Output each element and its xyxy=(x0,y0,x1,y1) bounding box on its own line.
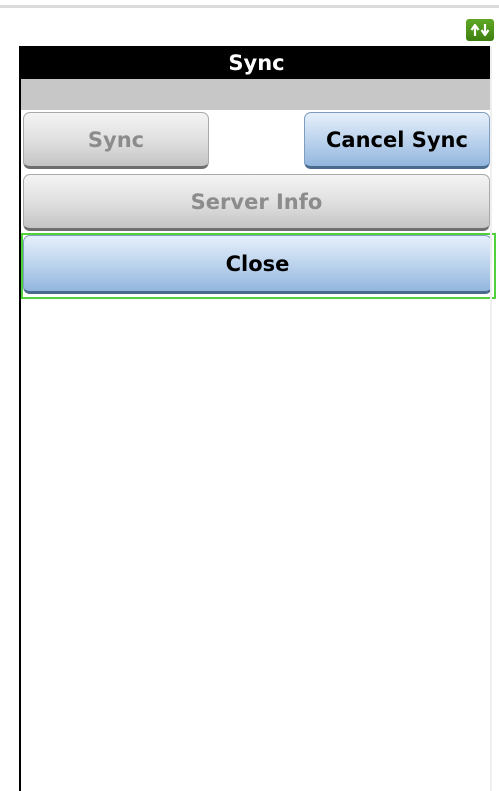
dialog-title: Sync xyxy=(21,46,492,79)
sync-button[interactable]: Sync xyxy=(23,112,209,169)
close-button[interactable]: Close xyxy=(23,235,492,294)
sync-status-bar xyxy=(21,79,492,110)
sync-dialog: Sync Sync Cancel Sync Server Info Close xyxy=(19,46,496,791)
sync-arrows-glyph xyxy=(470,23,490,37)
sync-arrows-icon xyxy=(466,19,494,41)
server-info-button[interactable]: Server Info xyxy=(23,174,490,231)
panel-edge xyxy=(490,46,492,791)
top-divider xyxy=(0,5,499,8)
cancel-sync-button[interactable]: Cancel Sync xyxy=(304,112,490,169)
screen: Sync Sync Cancel Sync Server Info Close xyxy=(0,0,499,791)
